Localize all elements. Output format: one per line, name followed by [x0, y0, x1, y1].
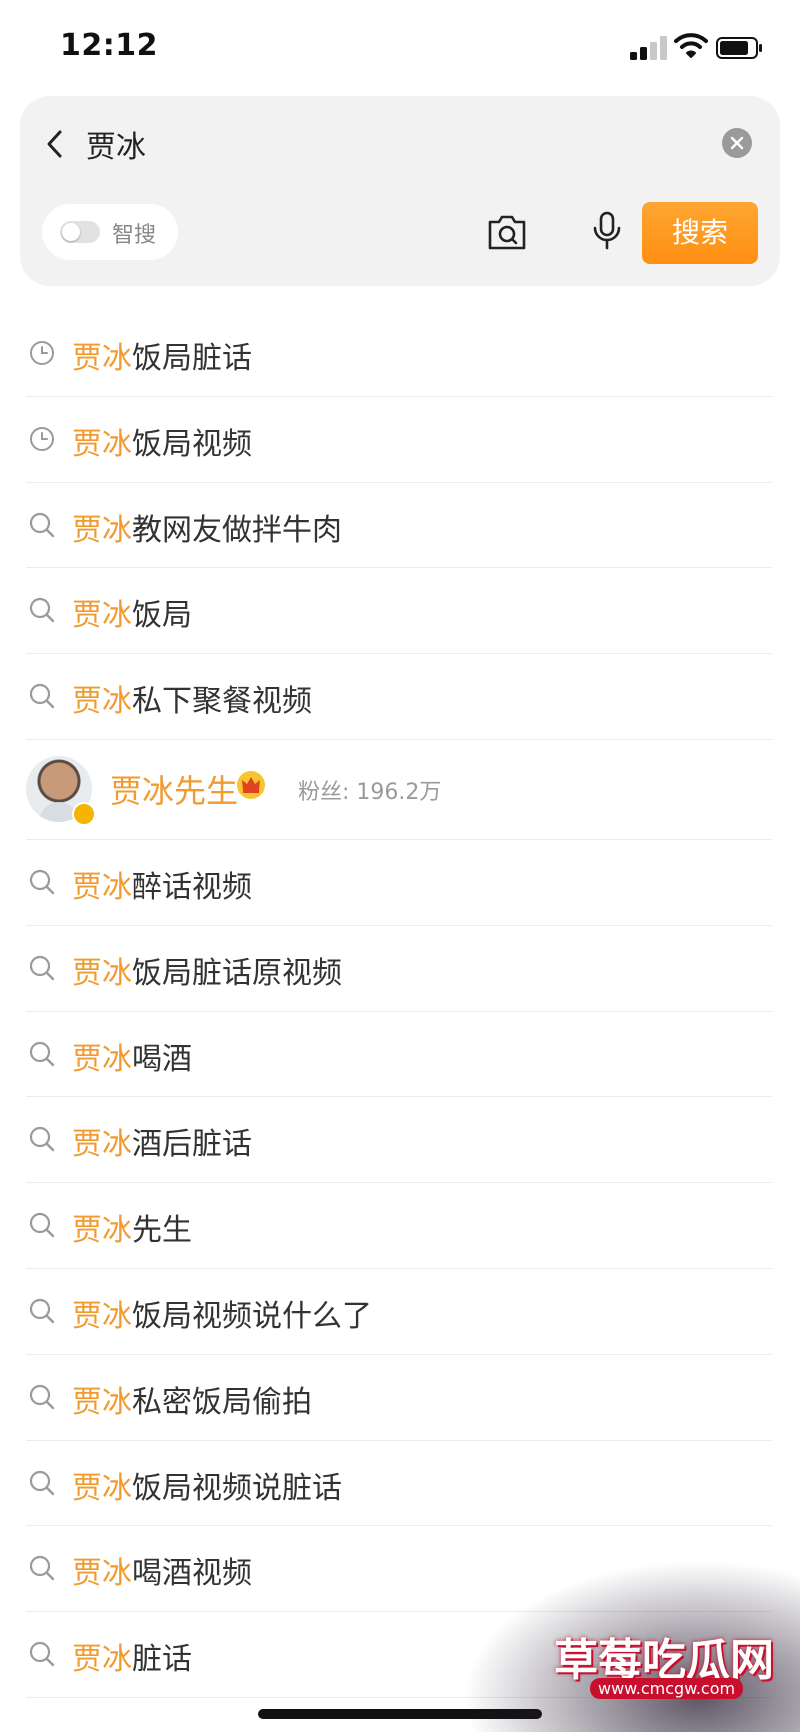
search-icon	[29, 1298, 55, 1324]
history-icon	[30, 341, 54, 365]
suggestion-highlight: 贾冰	[72, 1642, 132, 1678]
suggestion-item[interactable]: 贾冰私下聚餐视频	[26, 654, 772, 740]
suggestion-highlight: 贾冰	[72, 598, 132, 634]
search-icon	[29, 598, 55, 623]
suggestion-item[interactable]: 贾冰醉话视频	[26, 840, 772, 926]
suggestion-item[interactable]: 贾冰私密饭局偷拍	[26, 1355, 772, 1441]
suggestion-label: 脏话	[132, 1642, 192, 1678]
watermark: 草莓吃瓜网 www.cmcgw.com	[462, 1560, 800, 1732]
suggestion-label: 饭局视频说什么了	[132, 1298, 372, 1334]
suggestion-highlight: 贾冰	[72, 1470, 132, 1506]
suggestion-highlight: 贾冰	[72, 1127, 132, 1163]
verified-badge-icon	[72, 801, 96, 826]
suggestion-label: 私下聚餐视频	[132, 684, 312, 720]
wifi-icon	[674, 33, 708, 58]
search-icon	[29, 1041, 55, 1066]
watermark-url: www.cmcgw.com	[590, 1678, 744, 1699]
suggestion-label: 喝酒视频	[132, 1556, 252, 1592]
suggestion-label: 饭局视频	[132, 426, 252, 462]
follower-count: 粉丝: 196.2万	[298, 779, 442, 805]
suggestion-highlight: 贾冰	[72, 955, 132, 991]
crown-icon	[237, 770, 265, 799]
suggestion-highlight: 贾冰	[72, 1213, 132, 1249]
suggestion-label: 醉话视频	[132, 869, 252, 905]
search-icon	[29, 512, 55, 537]
suggestion-item[interactable]: 贾冰饭局脏话	[26, 311, 772, 397]
suggestion-highlight: 贾冰	[72, 426, 132, 462]
search-button[interactable]: 搜索	[642, 202, 758, 264]
search-panel: 贾冰 智搜 搜索	[20, 96, 780, 286]
suggestion-highlight: 贾冰	[72, 684, 132, 720]
status-bar: 12:12	[0, 0, 800, 96]
suggestion-item[interactable]: 贾冰酒后脏话	[26, 1097, 772, 1184]
suggestion-label: 酒后脏话	[132, 1127, 252, 1163]
suggestion-label: 喝酒	[132, 1041, 192, 1077]
search-icon	[29, 1470, 55, 1495]
suggestion-highlight: 贾冰	[72, 1384, 132, 1420]
smart-search-toggle[interactable]: 智搜	[42, 204, 178, 260]
suggestion-label: 饭局脏话	[132, 341, 252, 376]
status-time: 12:12	[60, 28, 158, 63]
cellular-signal-icon	[630, 36, 668, 60]
battery-icon	[716, 37, 762, 59]
smart-search-label: 智搜	[112, 223, 157, 248]
suggestion-highlight: 贾冰	[72, 1041, 132, 1077]
suggestion-item[interactable]: 贾冰饭局视频说脏话	[26, 1441, 772, 1527]
camera-search-icon[interactable]	[486, 212, 528, 252]
suggestion-list: 贾冰饭局脏话 贾冰饭局视频 贾冰教网友做拌牛肉 贾冰饭局 贾冰私下聚餐视频 贾冰…	[26, 311, 772, 1698]
suggestion-item[interactable]: 贾冰饭局脏话原视频	[26, 926, 772, 1012]
suggestion-highlight: 贾冰	[72, 1298, 132, 1334]
search-icon	[29, 1642, 55, 1667]
microphone-icon[interactable]	[590, 210, 624, 252]
suggestion-highlight: 贾冰	[72, 512, 132, 548]
search-icon	[29, 1127, 55, 1152]
suggestion-label: 饭局	[132, 598, 192, 634]
suggestion-item[interactable]: 贾冰教网友做拌牛肉	[26, 483, 772, 569]
suggestion-label: 先生	[132, 1213, 192, 1249]
back-icon[interactable]	[42, 126, 68, 162]
user-name: 贾冰先生	[110, 771, 239, 810]
suggestion-item[interactable]: 贾冰饭局视频说什么了	[26, 1269, 772, 1355]
suggestion-highlight: 贾冰	[72, 869, 132, 905]
suggestion-item[interactable]: 贾冰饭局视频	[26, 397, 772, 483]
search-input[interactable]: 贾冰	[86, 122, 146, 166]
search-icon	[29, 1556, 55, 1581]
history-icon	[30, 426, 54, 451]
suggestion-label: 教网友做拌牛肉	[132, 512, 342, 548]
search-icon	[29, 1213, 55, 1238]
suggestion-item[interactable]: 贾冰喝酒	[26, 1012, 772, 1098]
search-icon	[29, 684, 55, 709]
suggestion-label: 私密饭局偷拍	[132, 1384, 312, 1420]
suggestion-highlight: 贾冰	[72, 1556, 132, 1592]
suggestion-highlight: 贾冰	[72, 341, 132, 376]
clear-icon[interactable]	[722, 128, 752, 158]
suggestion-label: 饭局视频说脏话	[132, 1470, 342, 1506]
suggestion-item[interactable]: 贾冰先生	[26, 1183, 772, 1269]
suggestion-label: 饭局脏话原视频	[132, 955, 342, 991]
search-icon	[29, 955, 55, 980]
suggestion-item[interactable]: 贾冰饭局	[26, 568, 772, 655]
user-result-item[interactable]: 贾冰先生 粉丝: 196.2万	[26, 740, 772, 840]
search-icon	[29, 1384, 55, 1409]
search-icon	[29, 869, 55, 895]
toggle-switch[interactable]	[60, 221, 100, 243]
